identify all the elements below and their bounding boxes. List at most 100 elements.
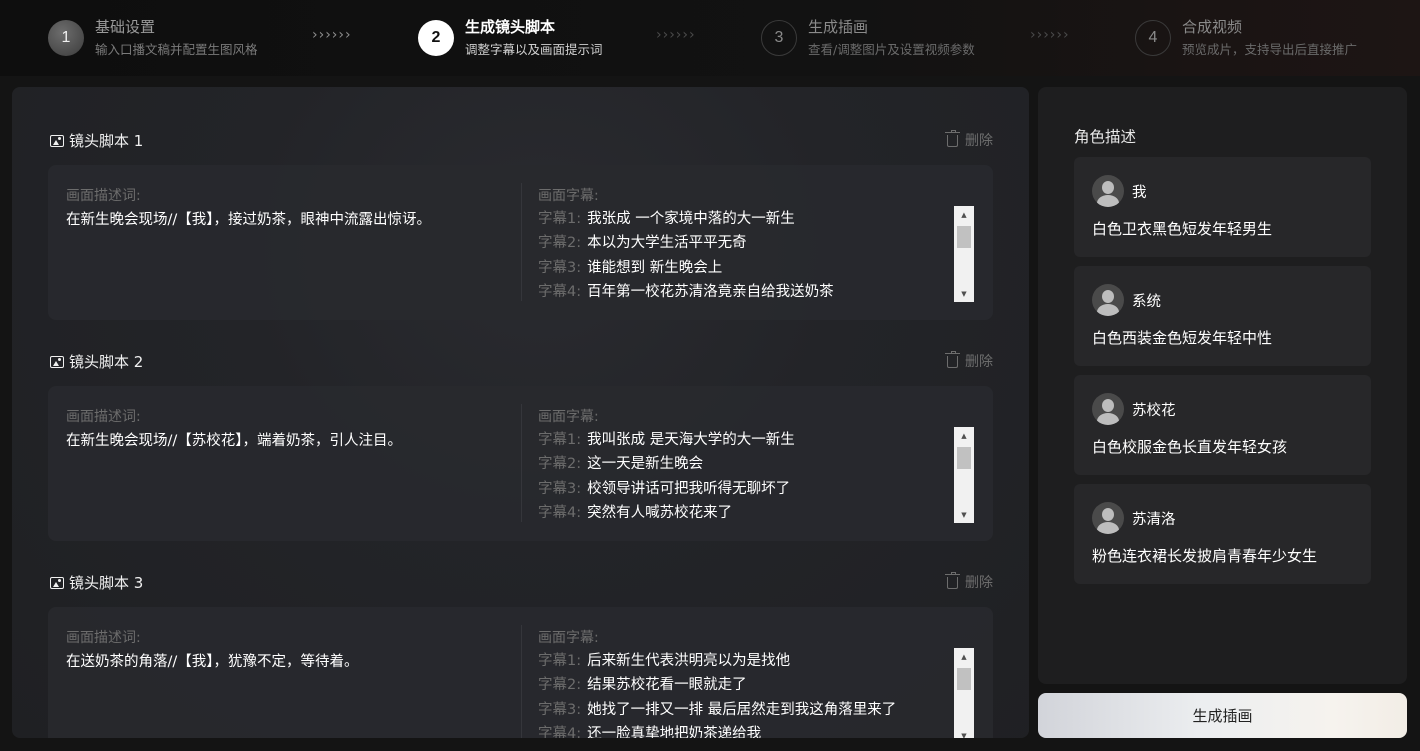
role-card[interactable]: 我 白色卫衣黑色短发年轻男生 bbox=[1074, 157, 1371, 257]
subtitle-row[interactable]: 字幕2: 本以为大学生活平平无奇 bbox=[538, 230, 948, 255]
subtitle-row[interactable]: 字幕1: 我叫张成 是天海大学的大一新生 bbox=[538, 426, 948, 451]
shot-card: 画面描述词: 在新生晚会现场//【苏校花】，端着奶茶，引人注目。 画面字幕: 字… bbox=[48, 386, 993, 541]
subtitle-row[interactable]: 字幕1: 后来新生代表洪明亮以为是找他 bbox=[538, 647, 948, 672]
avatar bbox=[1092, 502, 1124, 534]
shot-header: 镜头脚本 3 删除 bbox=[48, 570, 993, 592]
subtitle-row[interactable]: 字幕1: 我张成 一个家境中落的大一新生 bbox=[538, 205, 948, 230]
avatar bbox=[1092, 284, 1124, 316]
shot-title-wrap: 镜头脚本 1 bbox=[50, 130, 143, 151]
subtitle-index: 字幕4: bbox=[538, 505, 582, 522]
subtitle-label: 画面字幕: bbox=[538, 630, 599, 646]
subtitle-text: 这一天是新生晚会 bbox=[587, 456, 704, 473]
scroll-down-arrow-icon[interactable]: ▼ bbox=[954, 506, 974, 523]
subtitle-list[interactable]: 字幕1: 我张成 一个家境中落的大一新生 字幕2: 本以为大学生活平平无奇 字幕3:… bbox=[538, 205, 948, 301]
scroll-thumb[interactable] bbox=[957, 226, 971, 248]
description-label: 画面描述词: bbox=[66, 188, 141, 204]
step-progress-bar: 1 基础设置 输入口播文稿并配置生图风格 ›››››› 2 生成镜头脚本 调整字… bbox=[0, 0, 1420, 76]
shot-card: 画面描述词: 在新生晚会现场//【我】，接过奶茶，眼神中流露出惊讶。 画面字幕:… bbox=[48, 165, 993, 320]
subtitle-text: 谁能想到 新生晚会上 bbox=[587, 259, 723, 276]
step-2-subtitle: 调整字幕以及画面提示词 bbox=[465, 42, 603, 57]
subtitle-index: 字幕2: bbox=[538, 456, 582, 473]
step-3-number: 3 bbox=[761, 20, 797, 56]
shot-title: 镜头脚本 3 bbox=[69, 574, 144, 592]
description-text[interactable]: 在新生晚会现场//【我】，接过奶茶，眼神中流露出惊讶。 bbox=[66, 208, 431, 229]
description-text[interactable]: 在送奶茶的角落//【我】，犹豫不定，等待着。 bbox=[66, 650, 359, 671]
delete-shot-button[interactable]: 删除 bbox=[945, 572, 993, 592]
scroll-thumb[interactable] bbox=[957, 668, 971, 690]
subtitle-row[interactable]: 字幕4: 百年第一校花苏清洛竟亲自给我送奶茶 bbox=[538, 279, 948, 302]
step-1-title: 基础设置 bbox=[95, 18, 156, 36]
subtitle-text: 百年第一校花苏清洛竟亲自给我送奶茶 bbox=[587, 284, 834, 301]
description-label: 画面描述词: bbox=[66, 630, 141, 646]
subtitle-text: 还一脸真挚地把奶茶递给我 bbox=[587, 726, 762, 738]
subtitle-row[interactable]: 字幕3: 她找了一排又一排 最后居然走到我这角落里来了 bbox=[538, 696, 948, 721]
step-arrows-3: ›››››› bbox=[1030, 27, 1070, 43]
subtitle-scrollbar[interactable]: ▲ ▼ bbox=[954, 427, 974, 523]
subtitle-list[interactable]: 字幕1: 我叫张成 是天海大学的大一新生 字幕2: 这一天是新生晚会 字幕3: 校领导… bbox=[538, 426, 948, 522]
role-name: 苏校花 bbox=[1132, 403, 1176, 419]
scroll-down-arrow-icon[interactable]: ▼ bbox=[954, 285, 974, 302]
subtitle-text: 她找了一排又一排 最后居然走到我这角落里来了 bbox=[587, 701, 897, 718]
scroll-down-arrow-icon[interactable]: ▼ bbox=[954, 727, 974, 739]
role-name: 苏清洛 bbox=[1132, 512, 1176, 528]
shot-header: 镜头脚本 2 删除 bbox=[48, 349, 993, 371]
role-description[interactable]: 白色西装金色短发年轻中性 bbox=[1092, 327, 1272, 348]
role-name: 系统 bbox=[1132, 294, 1161, 310]
subtitle-scrollbar[interactable]: ▲ ▼ bbox=[954, 648, 974, 738]
subtitle-index: 字幕1: bbox=[538, 431, 582, 448]
role-description-panel: 角色描述 我 白色卫衣黑色短发年轻男生 系统 白色西装金色短发年轻中性 苏校花 … bbox=[1038, 87, 1407, 684]
divider bbox=[521, 625, 522, 738]
subtitle-row[interactable]: 字幕2: 这一天是新生晚会 bbox=[538, 451, 948, 476]
shot-title: 镜头脚本 2 bbox=[69, 353, 144, 371]
subtitle-index: 字幕1: bbox=[538, 210, 582, 227]
step-2-number: 2 bbox=[418, 20, 454, 56]
role-card[interactable]: 苏清洛 粉色连衣裙长发披肩青春年少女生 bbox=[1074, 484, 1371, 584]
subtitle-index: 字幕3: bbox=[538, 701, 582, 718]
avatar bbox=[1092, 175, 1124, 207]
description-text[interactable]: 在新生晚会现场//【苏校花】，端着奶茶，引人注目。 bbox=[66, 429, 402, 450]
scroll-thumb[interactable] bbox=[957, 447, 971, 469]
description-label: 画面描述词: bbox=[66, 409, 141, 425]
subtitle-index: 字幕4: bbox=[538, 284, 582, 301]
subtitle-label: 画面字幕: bbox=[538, 409, 599, 425]
divider bbox=[521, 183, 522, 301]
role-description[interactable]: 粉色连衣裙长发披肩青春年少女生 bbox=[1092, 545, 1317, 566]
avatar bbox=[1092, 393, 1124, 425]
subtitle-row[interactable]: 字幕2: 结果苏校花看一眼就走了 bbox=[538, 672, 948, 697]
subtitle-list[interactable]: 字幕1: 后来新生代表洪明亮以为是找他 字幕2: 结果苏校花看一眼就走了 字幕3: 她… bbox=[538, 647, 948, 738]
trash-icon bbox=[945, 351, 960, 368]
role-description[interactable]: 白色校服金色长直发年轻女孩 bbox=[1092, 436, 1287, 457]
subtitle-scrollbar[interactable]: ▲ ▼ bbox=[954, 206, 974, 302]
scroll-up-arrow-icon[interactable]: ▲ bbox=[954, 427, 974, 444]
subtitle-index: 字幕1: bbox=[538, 652, 582, 669]
step-2-title: 生成镜头脚本 bbox=[465, 18, 556, 36]
subtitle-row[interactable]: 字幕4: 突然有人喊苏校花来了 bbox=[538, 500, 948, 523]
step-4-title: 合成视频 bbox=[1182, 18, 1243, 36]
role-card[interactable]: 苏校花 白色校服金色长直发年轻女孩 bbox=[1074, 375, 1371, 475]
role-description[interactable]: 白色卫衣黑色短发年轻男生 bbox=[1092, 218, 1272, 239]
shot-title-wrap: 镜头脚本 2 bbox=[50, 351, 143, 372]
role-card[interactable]: 系统 白色西装金色短发年轻中性 bbox=[1074, 266, 1371, 366]
subtitle-row[interactable]: 字幕4: 还一脸真挚地把奶茶递给我 bbox=[538, 721, 948, 738]
subtitle-text: 后来新生代表洪明亮以为是找他 bbox=[587, 652, 791, 669]
step-1-number: 1 bbox=[48, 20, 84, 56]
step-4-subtitle: 预览成片，支持导出后直接推广 bbox=[1182, 42, 1358, 57]
subtitle-index: 字幕3: bbox=[538, 259, 582, 276]
subtitle-text: 结果苏校花看一眼就走了 bbox=[587, 677, 747, 694]
delete-shot-button[interactable]: 删除 bbox=[945, 351, 993, 371]
step-3-title: 生成插画 bbox=[808, 18, 869, 36]
subtitle-index: 字幕2: bbox=[538, 235, 582, 252]
shot-title: 镜头脚本 1 bbox=[69, 132, 144, 150]
subtitle-text: 校领导讲话可把我听得无聊坏了 bbox=[587, 480, 791, 497]
step-4-number: 4 bbox=[1135, 20, 1171, 56]
image-icon bbox=[50, 576, 64, 589]
generate-illustration-button[interactable]: 生成插画 bbox=[1038, 693, 1407, 738]
scroll-up-arrow-icon[interactable]: ▲ bbox=[954, 206, 974, 223]
step-arrows-2: ›››››› bbox=[656, 27, 696, 43]
delete-shot-button[interactable]: 删除 bbox=[945, 130, 993, 150]
subtitle-row[interactable]: 字幕3: 谁能想到 新生晚会上 bbox=[538, 254, 948, 279]
shot-card: 画面描述词: 在送奶茶的角落//【我】，犹豫不定，等待着。 画面字幕: 字幕1:… bbox=[48, 607, 993, 738]
subtitle-row[interactable]: 字幕3: 校领导讲话可把我听得无聊坏了 bbox=[538, 475, 948, 500]
subtitle-index: 字幕4: bbox=[538, 726, 582, 738]
scroll-up-arrow-icon[interactable]: ▲ bbox=[954, 648, 974, 665]
